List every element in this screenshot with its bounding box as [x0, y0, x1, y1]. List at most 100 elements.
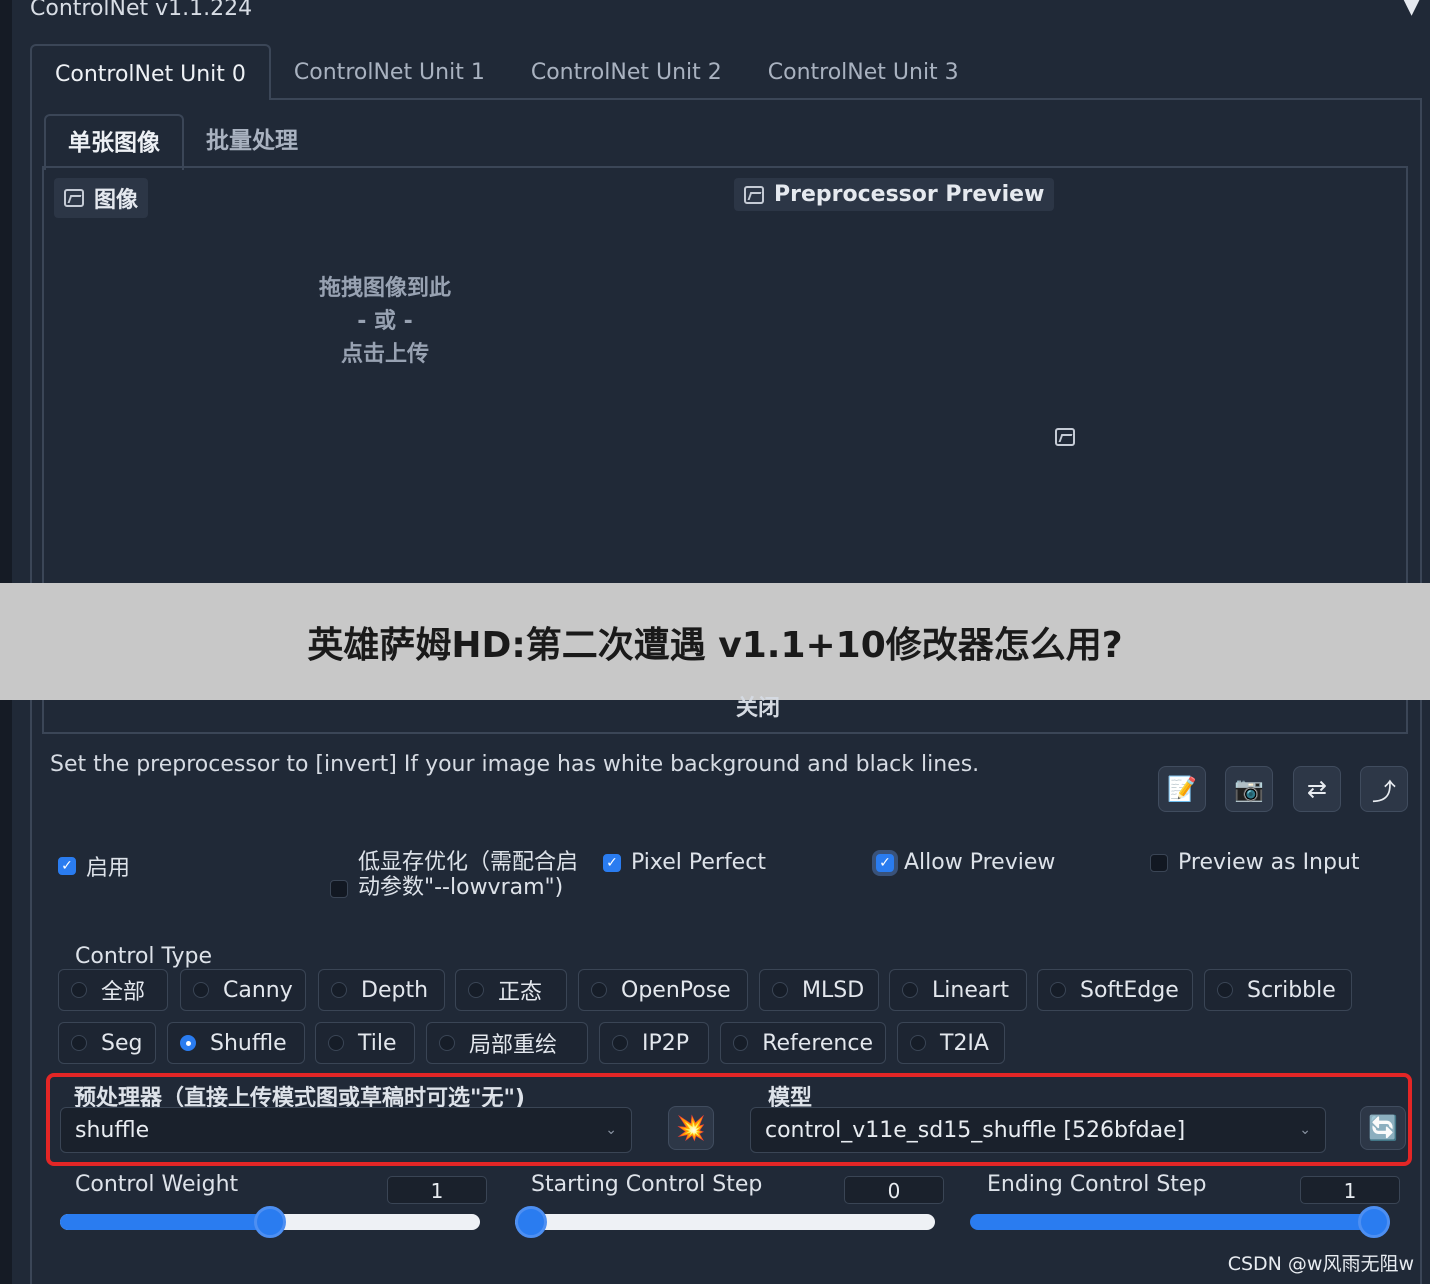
camera-icon[interactable]: 📷 [1225, 766, 1273, 812]
control-type-option[interactable]: OpenPose [578, 969, 748, 1011]
ending-step-input[interactable]: 1 [1300, 1176, 1400, 1204]
option-label: T2IA [940, 1030, 989, 1056]
banner-text: 英雄萨姆HD:第二次遭遇 v1.1+10修改器怎么用? [307, 624, 1123, 666]
starting-step-input[interactable]: 0 [844, 1176, 944, 1204]
radio-icon[interactable] [591, 982, 607, 998]
radio-icon[interactable] [328, 1035, 344, 1051]
control-type-option[interactable]: Seg [58, 1022, 156, 1064]
upload-prompt[interactable]: 拖拽图像到此 - 或 - 点击上传 [300, 272, 470, 371]
radio-icon[interactable] [910, 1035, 926, 1051]
radio-icon[interactable] [468, 982, 484, 998]
control-type-option[interactable]: 全部 [58, 969, 168, 1011]
control-type-label: Control Type [75, 944, 213, 969]
slider-thumb[interactable] [515, 1206, 547, 1238]
enable-checkbox[interactable]: ✓ 启用 [58, 850, 130, 882]
preview-as-input-checkbox[interactable]: Preview as Input [1150, 850, 1360, 875]
option-label: Seg [101, 1030, 143, 1056]
option-label: Canny [223, 977, 293, 1003]
option-label: 正态 [498, 980, 543, 1005]
enable-label: 启用 [86, 856, 131, 881]
radio-icon[interactable] [1217, 982, 1233, 998]
option-label: Scribble [1247, 977, 1336, 1003]
option-label: 全部 [101, 980, 146, 1005]
image-label-text: 图像 [94, 188, 139, 213]
option-label: Shuffle [210, 1030, 287, 1056]
chevron-down-icon: ⌄ [605, 1122, 617, 1138]
radio-icon[interactable] [193, 982, 209, 998]
radio-icon[interactable] [772, 982, 788, 998]
option-label: IP2P [642, 1030, 690, 1056]
checkbox-checked-icon[interactable]: ✓ [603, 853, 621, 872]
radio-icon[interactable] [331, 982, 347, 998]
control-weight-input[interactable]: 1 [387, 1176, 487, 1204]
control-type-option[interactable]: Reference [720, 1022, 886, 1064]
checkbox-checked-icon[interactable]: ✓ [58, 857, 76, 875]
option-label: Lineart [932, 977, 1009, 1003]
radio-selected-icon[interactable] [180, 1035, 196, 1051]
checkbox-unchecked-icon[interactable] [1150, 853, 1168, 872]
overlay-banner: 英雄萨姆HD:第二次遭遇 v1.1+10修改器怎么用? [0, 583, 1430, 700]
lowvram-label: 低显存优化（需配合启动参数"--lowvram") [358, 850, 579, 900]
control-weight-label: Control Weight [75, 1172, 239, 1197]
control-type-option[interactable]: Tile [315, 1022, 415, 1064]
edit-icon[interactable]: 📝 [1158, 766, 1206, 812]
control-type-option[interactable]: SoftEdge [1037, 969, 1193, 1011]
tab-batch[interactable]: 批量处理 [184, 114, 320, 170]
close-button[interactable]: 关闭 [736, 690, 780, 722]
starting-step-slider[interactable] [515, 1214, 935, 1230]
ending-step-slider[interactable] [970, 1214, 1390, 1230]
control-type-option[interactable]: 正态 [455, 969, 567, 1011]
tab-unit-2[interactable]: ControlNet Unit 2 [508, 44, 745, 100]
preview-label: Preprocessor Preview [734, 178, 1055, 211]
slider-fill [60, 1214, 270, 1230]
option-label: OpenPose [621, 977, 731, 1003]
control-type-option[interactable]: 局部重绘 [426, 1022, 588, 1064]
upload-arrow-icon[interactable]: ⤴ [1360, 766, 1408, 812]
allow-preview-checkbox[interactable]: ✓ Allow Preview [876, 850, 1055, 875]
pixel-perfect-checkbox[interactable]: ✓ Pixel Perfect [603, 850, 766, 875]
preprocessor-select[interactable]: shuffle ⌄ [60, 1107, 632, 1153]
model-select[interactable]: control_v11e_sd15_shuffle [526bfdae] ⌄ [750, 1107, 1326, 1153]
swap-icon[interactable]: ⇄ [1293, 766, 1341, 812]
control-type-option[interactable]: Depth [318, 969, 445, 1011]
slider-thumb[interactable] [1358, 1206, 1390, 1238]
radio-icon[interactable] [439, 1035, 455, 1051]
option-label: Reference [762, 1030, 873, 1056]
control-type-option-selected[interactable]: Shuffle [167, 1022, 305, 1064]
control-type-option[interactable]: Scribble [1204, 969, 1352, 1011]
slider-fill [970, 1214, 1390, 1230]
watermark: CSDN @w风雨无阻w [1227, 1253, 1414, 1275]
image-icon [744, 185, 764, 204]
tab-unit-1[interactable]: ControlNet Unit 1 [271, 44, 508, 100]
radio-icon[interactable] [733, 1035, 749, 1051]
control-type-option[interactable]: IP2P [599, 1022, 709, 1064]
ending-step-label: Ending Control Step [987, 1172, 1207, 1197]
tab-single-image[interactable]: 单张图像 [44, 114, 184, 170]
radio-icon[interactable] [902, 982, 918, 998]
lowvram-checkbox[interactable] [330, 880, 348, 898]
radio-icon[interactable] [71, 982, 87, 998]
run-preprocessor-icon[interactable]: 💥 [668, 1106, 714, 1150]
collapse-arrow-icon[interactable]: ▼ [1403, 0, 1420, 19]
tab-unit-0[interactable]: ControlNet Unit 0 [30, 44, 271, 100]
preprocessor-value: shuffle [75, 1117, 150, 1143]
radio-icon[interactable] [71, 1035, 87, 1051]
preview-as-input-label: Preview as Input [1178, 850, 1360, 875]
radio-icon[interactable] [1050, 982, 1066, 998]
slider-thumb[interactable] [254, 1206, 286, 1238]
model-value: control_v11e_sd15_shuffle [526bfdae] [765, 1117, 1186, 1143]
radio-icon[interactable] [612, 1035, 628, 1051]
image-label: 图像 [54, 178, 149, 218]
control-type-option[interactable]: Canny [180, 969, 306, 1011]
refresh-icon[interactable]: 🔄 [1360, 1106, 1406, 1150]
control-type-option[interactable]: Lineart [889, 969, 1027, 1011]
option-label: SoftEdge [1080, 977, 1179, 1003]
image-icon [64, 189, 84, 207]
preview-label-text: Preprocessor Preview [774, 182, 1045, 207]
upload-line-3: 点击上传 [340, 342, 429, 367]
checkbox-checked-icon[interactable]: ✓ [876, 853, 894, 872]
control-type-option[interactable]: MLSD [759, 969, 879, 1011]
chevron-down-icon: ⌄ [1299, 1122, 1311, 1138]
control-type-option[interactable]: T2IA [897, 1022, 1005, 1064]
tab-unit-3[interactable]: ControlNet Unit 3 [745, 44, 982, 100]
